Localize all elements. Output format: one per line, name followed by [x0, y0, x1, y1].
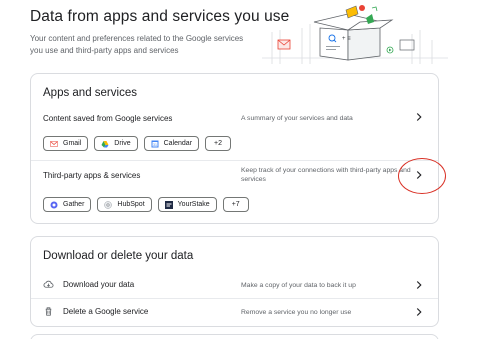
- svg-text:+ ≡: + ≡: [342, 36, 351, 42]
- chip-label: Drive: [114, 140, 131, 147]
- page-subtitle: Your content and preferences related to …: [30, 34, 244, 55]
- chip-more-third-party[interactable]: +7: [222, 197, 249, 212]
- chip-yourstake[interactable]: YourStake: [157, 197, 217, 212]
- download-card-title: Download or delete your data: [43, 250, 194, 262]
- third-party-label[interactable]: Third-party apps & services: [43, 171, 140, 180]
- chip-label: Calendar: [163, 140, 193, 147]
- chip-drive[interactable]: Drive: [94, 136, 138, 151]
- download-delete-card: Download or delete your data Download yo…: [30, 236, 439, 327]
- gmail-icon: [50, 140, 58, 148]
- download-your-data-row[interactable]: Download your data Make a copy of your d…: [31, 271, 438, 298]
- content-saved-description: A summary of your services and data: [241, 115, 353, 122]
- download-your-data-description: Make a copy of your data to back it up: [241, 282, 356, 289]
- third-party-description: Keep track of your connections with thir…: [241, 167, 411, 183]
- google-services-chips: Gmail Drive 31 Calendar +2: [43, 136, 232, 151]
- delete-chevron-icon[interactable]: [412, 305, 426, 319]
- download-your-data-label: Download your data: [63, 280, 135, 289]
- chip-gather[interactable]: Gather: [43, 197, 92, 212]
- apps-card-title: Apps and services: [43, 87, 137, 99]
- divider: [31, 160, 438, 161]
- apps-and-services-card: Apps and services Content saved from Goo…: [30, 73, 439, 224]
- trash-icon: [43, 306, 54, 317]
- calendar-icon: 31: [151, 140, 159, 148]
- chip-label: YourStake: [177, 201, 210, 208]
- chip-label: HubSpot: [117, 201, 145, 208]
- delete-google-service-description: Remove a service you no longer use: [241, 309, 352, 316]
- page-title: Data from apps and services you use: [30, 8, 290, 25]
- chip-label: Gmail: [63, 140, 82, 147]
- chip-label: +2: [214, 140, 223, 147]
- content-saved-chevron-icon[interactable]: [412, 110, 426, 124]
- chip-label: +7: [231, 201, 240, 208]
- cloud-download-icon: [43, 279, 54, 290]
- chip-more-google[interactable]: +2: [205, 136, 232, 151]
- third-party-chips: Gather HubSpot YourStake +7: [43, 197, 249, 212]
- next-card-partial: [30, 334, 439, 339]
- yourstake-icon: [164, 200, 173, 209]
- svg-text:31: 31: [153, 143, 157, 147]
- gather-icon: [50, 201, 58, 209]
- chip-calendar[interactable]: 31 Calendar: [143, 136, 200, 151]
- delete-google-service-label: Delete a Google service: [63, 307, 149, 316]
- delete-google-service-row[interactable]: Delete a Google service Remove a service…: [31, 298, 438, 325]
- content-saved-label[interactable]: Content saved from Google services: [43, 114, 172, 123]
- chip-label: Gather: [63, 201, 85, 208]
- chip-gmail[interactable]: Gmail: [43, 136, 89, 151]
- header-illustration: + ≡: [262, 0, 448, 64]
- download-chevron-icon[interactable]: [412, 278, 426, 292]
- hubspot-icon: [104, 200, 113, 209]
- chip-hubspot[interactable]: HubSpot: [97, 197, 152, 212]
- third-party-chevron-icon[interactable]: [412, 168, 426, 182]
- drive-icon: [101, 140, 109, 148]
